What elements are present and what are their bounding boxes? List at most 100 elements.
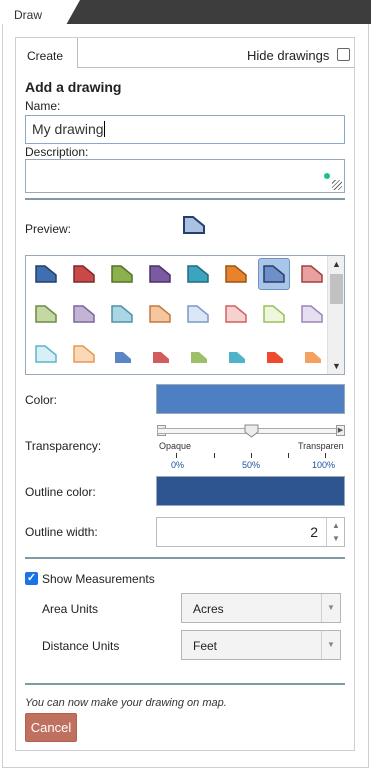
scroll-thumb[interactable] (330, 274, 343, 304)
pct-50-label: 50% (242, 460, 261, 470)
slider-increase-button[interactable]: ▶ (336, 425, 345, 436)
polygon-symbol-icon (263, 265, 285, 283)
symbol-option[interactable] (144, 258, 176, 290)
transparency-label: Transparency: (25, 439, 102, 453)
symbol-option[interactable] (220, 338, 252, 370)
symbol-option[interactable] (106, 298, 138, 330)
polygon-symbol-icon (149, 265, 171, 283)
symbol-option[interactable] (30, 258, 62, 290)
polygon-symbol-icon (267, 352, 283, 363)
polygon-symbol-icon (301, 305, 323, 323)
section-divider (25, 198, 345, 200)
slider-tick (214, 453, 215, 458)
symbol-option[interactable] (258, 338, 290, 370)
symbol-option[interactable] (296, 258, 328, 290)
symbol-option[interactable] (106, 258, 138, 290)
pct-100-label: 100% (312, 460, 336, 470)
polygon-symbol-icon (187, 305, 209, 323)
tab-create-label: Create (27, 49, 64, 63)
symbol-option[interactable] (258, 258, 290, 290)
polygon-symbol-icon (73, 345, 95, 363)
distance-units-value: Feet (193, 639, 218, 653)
polygon-symbol-icon (263, 305, 285, 323)
outline-width-label: Outline width: (25, 525, 98, 539)
polygon-symbol-icon (187, 265, 209, 283)
spin-up-icon[interactable]: ▲ (332, 521, 340, 530)
grammar-indicator-icon (324, 173, 330, 179)
spin-down-icon[interactable]: ▼ (332, 534, 340, 543)
symbol-option[interactable] (220, 298, 252, 330)
symbol-option[interactable] (296, 298, 328, 330)
hide-drawings-label[interactable]: Hide drawings (247, 48, 329, 63)
preview-polygon-icon (183, 216, 205, 234)
preview-label: Preview: (25, 222, 72, 236)
symbol-option[interactable] (182, 298, 214, 330)
polygon-symbol-icon (73, 265, 95, 283)
polygon-symbol-icon (191, 352, 207, 363)
tab-draw[interactable]: Draw (0, 0, 80, 25)
area-units-value: Acres (193, 602, 224, 616)
polygon-symbol-icon (73, 305, 95, 323)
text-caret (103, 121, 105, 137)
draw-panel: Create Hide drawings Add a drawing Name:… (15, 37, 355, 751)
transparency-slider-handle[interactable] (244, 424, 259, 438)
tab-create[interactable]: Create (16, 38, 78, 68)
section-divider (25, 683, 345, 685)
chevron-down-icon[interactable]: ▼ (321, 594, 340, 622)
fill-color-swatch[interactable] (156, 384, 345, 414)
symbol-option[interactable] (106, 338, 138, 370)
scroll-up-icon[interactable]: ▲ (332, 259, 341, 269)
symbol-option[interactable] (30, 298, 62, 330)
chevron-down-icon[interactable]: ▼ (321, 631, 340, 659)
outline-width-value: 2 (310, 524, 318, 540)
hide-drawings-checkbox[interactable] (337, 48, 350, 61)
name-input[interactable]: My drawing (25, 115, 345, 144)
symbol-option[interactable] (258, 298, 290, 330)
distance-units-label: Distance Units (42, 639, 120, 653)
polygon-symbol-icon (35, 345, 57, 363)
color-label: Color: (25, 393, 58, 407)
pct-0-label: 0% (171, 460, 185, 470)
name-label: Name: (25, 99, 61, 113)
symbol-option[interactable] (68, 298, 100, 330)
instruction-note: You can now make your drawing on map. (25, 697, 227, 709)
polygon-symbol-icon (305, 352, 321, 363)
show-measurements-checkbox[interactable]: ✓ (25, 572, 38, 585)
symbol-option[interactable] (68, 258, 100, 290)
symbol-option[interactable] (68, 338, 100, 370)
tab-draw-label: Draw (14, 8, 43, 22)
description-textarea[interactable] (25, 159, 345, 193)
area-units-select[interactable]: Acres ▼ (181, 593, 341, 623)
symbol-option[interactable] (144, 298, 176, 330)
transparent-label: Transparen (298, 441, 344, 451)
symbol-option[interactable] (144, 338, 176, 370)
outline-color-label: Outline color: (25, 485, 96, 499)
opaque-label: Opaque (159, 441, 192, 451)
polygon-symbol-icon (301, 265, 323, 283)
symbol-option[interactable] (182, 338, 214, 370)
area-units-label: Area Units (42, 602, 99, 616)
scroll-down-icon[interactable]: ▼ (332, 361, 341, 371)
polygon-symbol-icon (225, 265, 247, 283)
symbol-option[interactable] (30, 338, 62, 370)
distance-units-select[interactable]: Feet ▼ (181, 630, 341, 660)
polygon-symbol-icon (111, 305, 133, 323)
symbol-option[interactable] (182, 258, 214, 290)
description-label: Description: (25, 145, 89, 159)
cancel-button[interactable]: Cancel (25, 713, 77, 742)
symbol-option[interactable] (220, 258, 252, 290)
polygon-symbol-icon (35, 305, 57, 323)
outline-color-swatch[interactable] (156, 476, 345, 506)
resize-grip-icon[interactable] (332, 180, 342, 190)
tab-divider (78, 67, 354, 68)
slider-tick (251, 453, 252, 458)
polygon-symbol-icon (229, 352, 245, 363)
gallery-scrollbar[interactable]: ▲ ▼ (327, 256, 344, 374)
spinner-buttons: ▲ ▼ (326, 518, 344, 546)
outline-width-spinner[interactable]: 2 ▲ ▼ (156, 517, 345, 547)
show-measurements-label[interactable]: Show Measurements (42, 572, 155, 586)
polygon-symbol-icon (111, 265, 133, 283)
polygon-symbol-icon (225, 305, 247, 323)
symbol-option[interactable] (296, 338, 328, 370)
polygon-symbol-icon (149, 305, 171, 323)
